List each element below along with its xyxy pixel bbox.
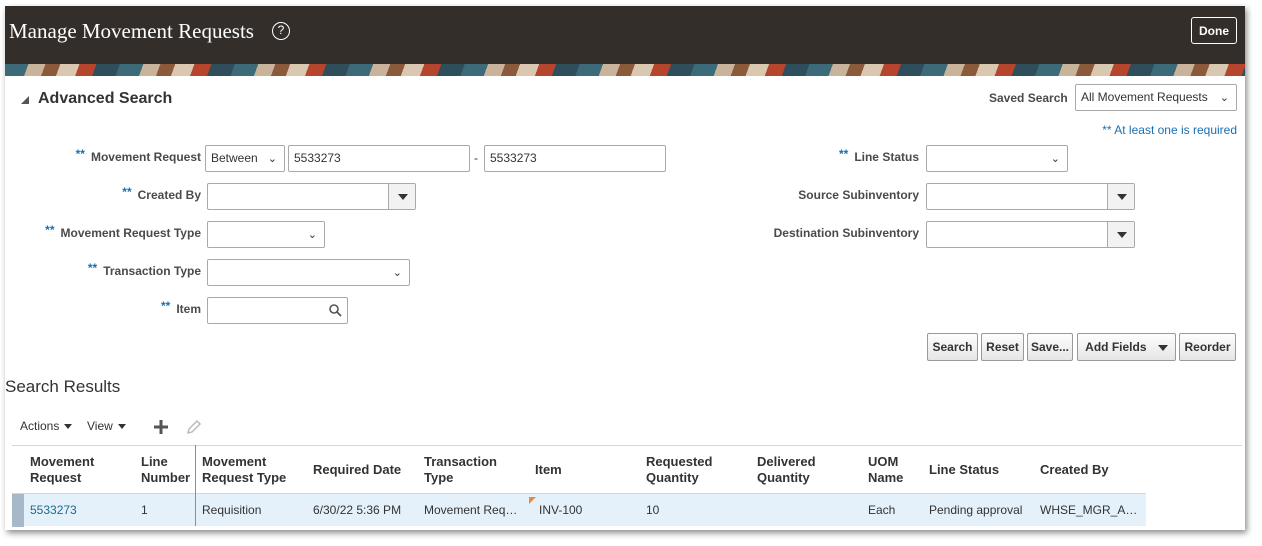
chevron-down-icon: ⌄ [1219,92,1229,104]
advanced-search-title: Advanced Search [38,90,173,107]
search-results-title: Search Results [5,377,121,396]
movement-request-type-label: ** Movement Request Type [45,223,201,240]
chevron-down-icon [1157,344,1168,351]
page-title: Manage Movement Requests [9,19,254,43]
frozen-column-divider [195,445,196,526]
required-marker: ** [838,147,849,161]
required-marker: ** [45,223,55,237]
operator-value: Between [211,151,258,165]
destination-subinventory-combobox[interactable] [926,221,1135,248]
required-marker: ** [87,261,98,275]
required-marker: ** [160,299,171,313]
chevron-down-icon [64,424,73,430]
column-header-item[interactable]: Item [535,462,562,478]
add-fields-button[interactable]: Add Fields [1077,333,1176,361]
cell-line-status: Pending approval [929,503,1023,517]
column-header-delivered-quantity[interactable]: Delivered Quantity [757,454,816,486]
source-subinventory-combobox[interactable] [926,183,1135,210]
decorative-banner [5,64,1245,76]
destination-subinventory-label: Destination Subinventory [773,226,919,240]
dropdown-arrow-icon[interactable] [1107,222,1134,247]
created-by-label: ** Created By [122,185,201,202]
item-search-input[interactable] [207,297,348,324]
view-menu[interactable]: View [87,419,126,433]
created-by-combobox[interactable] [207,183,416,210]
movement-request-from-input[interactable]: 5533273 [288,145,470,172]
required-marker: ** [75,147,85,161]
movement-request-type-select[interactable]: ⌄ [207,221,325,248]
add-icon[interactable] [154,420,168,434]
column-header-line-status[interactable]: Line Status [929,462,999,478]
movement-request-link[interactable]: 5533273 [30,503,77,517]
table-header: Movement Request Line Number Movement Reque… [12,445,1242,493]
dropdown-arrow-icon[interactable] [1107,184,1134,209]
search-icon[interactable] [329,304,342,317]
saved-search-label: Saved Search [989,91,1068,105]
save-button[interactable]: Save... [1027,333,1073,361]
cell-line-number: 1 [141,503,148,517]
column-header-movement-request-type[interactable]: Movement Request Type [202,454,286,486]
cell-created-by: WHSE_MGR_A… [1040,503,1138,517]
cell-uom-name: Each [868,503,896,517]
chevron-down-icon: ⌄ [307,229,317,241]
help-icon[interactable]: ? [272,22,290,40]
line-status-select[interactable]: ⌄ [926,145,1068,172]
chevron-down-icon: ⌄ [1050,153,1060,165]
column-header-required-date[interactable]: Required Date [313,462,401,478]
movement-request-label: ** Movement Request [75,147,201,164]
search-button[interactable]: Search [927,333,978,361]
column-header-movement-request[interactable]: Movement Request [30,454,94,486]
actions-menu[interactable]: Actions [20,419,73,433]
saved-search-value: All Movement Requests [1081,90,1208,104]
title-bar: Manage Movement Requests ? Done [5,6,1245,64]
required-marker: ** [122,185,132,199]
collapse-triangle-icon[interactable] [21,96,29,104]
row-selector[interactable] [12,494,24,527]
reorder-button[interactable]: Reorder [1179,333,1236,361]
transaction-type-label: ** Transaction Type [87,261,201,278]
done-button[interactable]: Done [1191,17,1237,44]
chevron-down-icon: ⌄ [392,267,402,279]
chevron-down-icon: ⌄ [267,153,277,165]
cell-movement-request-type: Requisition [202,503,262,517]
transaction-type-select[interactable]: ⌄ [207,259,410,286]
edit-pencil-icon[interactable] [186,419,202,435]
cell-requested-quantity: 10 [646,503,660,517]
column-header-uom-name[interactable]: UOM Name [868,454,903,486]
changed-flag-icon [529,497,536,504]
cell-item: INV-100 [539,503,583,517]
item-label: ** Item [160,299,201,316]
line-status-label: ** Line Status [838,147,919,164]
cell-required-date: 6/30/22 5:36 PM [313,503,402,517]
saved-search-select[interactable]: All Movement Requests ⌄ [1075,84,1237,111]
movement-request-to-input[interactable]: 5533273 [484,145,666,172]
movement-request-operator-select[interactable]: Between ⌄ [205,145,285,172]
dropdown-arrow-icon[interactable] [388,184,415,209]
table-row[interactable]: 5533273 1 Requisition 6/30/22 5:36 PM Mo… [12,493,1146,527]
column-header-transaction-type[interactable]: Transaction Type [424,454,497,486]
page-frame: Manage Movement Requests ? Done Advanced… [5,6,1245,530]
column-header-created-by[interactable]: Created By [1040,462,1109,478]
column-header-requested-quantity[interactable]: Requested Quantity [646,454,712,486]
reset-button[interactable]: Reset [981,333,1024,361]
required-note: ** At least one is required [1102,123,1237,137]
column-header-line-number[interactable]: Line Number [141,454,190,486]
chevron-down-icon [117,424,126,430]
cell-transaction-type: Movement Req… [424,503,518,517]
source-subinventory-label: Source Subinventory [798,188,919,202]
range-separator: - [474,151,478,165]
